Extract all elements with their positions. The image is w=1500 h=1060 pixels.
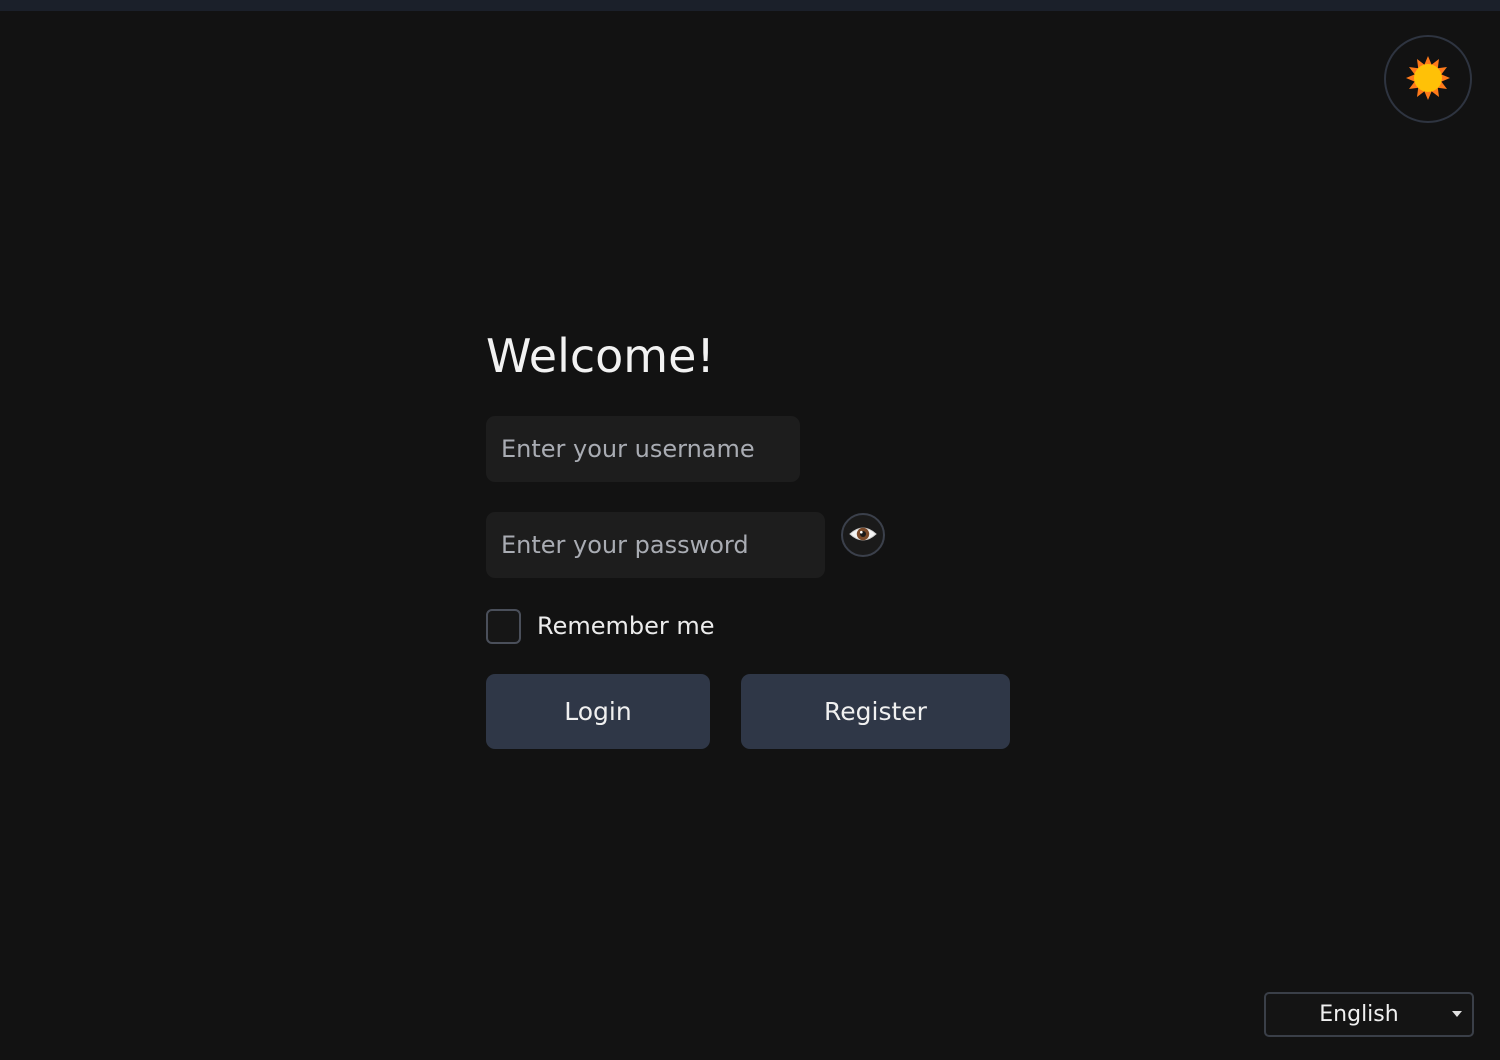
login-form: Welcome! Remember me Login Register — [486, 320, 1046, 749]
login-button[interactable]: Login — [486, 674, 710, 749]
remember-me-checkbox[interactable] — [486, 608, 521, 644]
eye-icon — [848, 523, 878, 548]
register-button[interactable]: Register — [741, 674, 1010, 749]
remember-me-label: Remember me — [537, 612, 715, 640]
password-input[interactable] — [486, 512, 825, 578]
top-strip — [0, 0, 1500, 11]
page-title: Welcome! — [486, 329, 715, 383]
username-input[interactable] — [486, 416, 800, 482]
chevron-down-icon — [1452, 1011, 1462, 1017]
theme-toggle-button[interactable] — [1384, 35, 1472, 123]
toggle-password-visibility-button[interactable] — [841, 513, 885, 557]
sun-core — [1414, 63, 1442, 92]
language-select[interactable]: English — [1264, 992, 1474, 1037]
sun-icon — [1405, 55, 1451, 104]
language-selected-value: English — [1319, 1002, 1399, 1027]
remember-me-option[interactable]: Remember me — [486, 608, 715, 644]
